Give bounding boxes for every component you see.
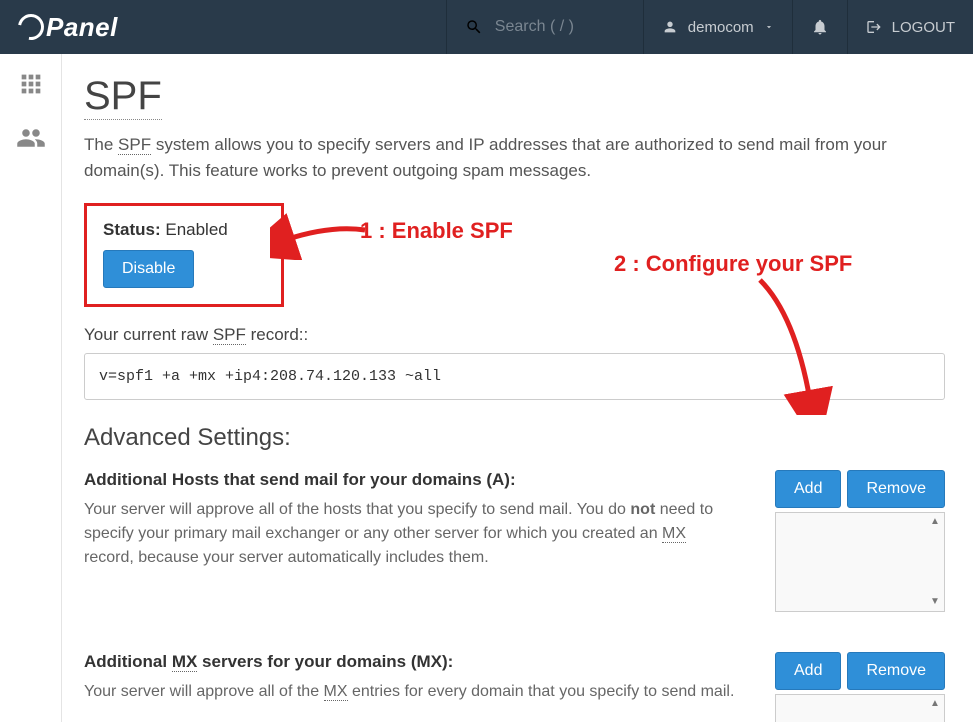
remove-host-button[interactable]: Remove: [847, 470, 945, 508]
mx-listbox[interactable]: ▲ ▼: [775, 694, 945, 722]
sidebar-item-apps[interactable]: [17, 70, 45, 103]
search-icon: [465, 18, 483, 36]
status-box: Status: Enabled Disable: [84, 203, 284, 307]
status-line: Status: Enabled: [103, 220, 265, 240]
disable-button[interactable]: Disable: [103, 250, 194, 288]
user-label: democom: [688, 19, 754, 36]
add-mx-button[interactable]: Add: [775, 652, 841, 690]
bell-icon: [811, 18, 829, 36]
logout-button[interactable]: LOGOUT: [848, 0, 973, 54]
section-additional-hosts: Additional Hosts that send mail for your…: [84, 470, 945, 612]
section-desc: Your server will approve all of the host…: [84, 498, 735, 570]
scroll-up-icon[interactable]: ▲: [928, 697, 942, 711]
users-icon: [16, 123, 46, 153]
user-icon: [662, 19, 678, 35]
top-navbar: Panel democom LOGOUT: [0, 0, 973, 54]
record-label: Your current raw SPF record::: [84, 325, 945, 345]
spf-record-value: v=spf1 +a +mx +ip4:208.74.120.133 ~all: [84, 353, 945, 400]
grid-icon: [17, 70, 45, 98]
caret-down-icon: [764, 22, 774, 32]
search-input[interactable]: [495, 18, 625, 36]
remove-mx-button[interactable]: Remove: [847, 652, 945, 690]
add-host-button[interactable]: Add: [775, 470, 841, 508]
cpanel-logo[interactable]: Panel: [0, 12, 136, 43]
logout-icon: [866, 19, 882, 35]
section-heading: Additional Hosts that send mail for your…: [84, 470, 735, 490]
notifications-button[interactable]: [793, 0, 847, 54]
intro-text: The SPF system allows you to specify ser…: [84, 132, 945, 183]
scroll-up-icon[interactable]: ▲: [928, 515, 942, 529]
logout-label: LOGOUT: [892, 19, 955, 36]
section-desc: Your server will approve all of the MX e…: [84, 680, 735, 704]
scroll-down-icon[interactable]: ▼: [928, 595, 942, 609]
main-content: SPF The SPF system allows you to specify…: [62, 54, 973, 722]
advanced-settings-title: Advanced Settings:: [84, 424, 945, 452]
spf-abbr: SPF: [118, 135, 151, 155]
section-additional-mx: Additional MX servers for your domains (…: [84, 652, 945, 722]
search-box[interactable]: [447, 0, 643, 54]
sidebar-item-users[interactable]: [16, 123, 46, 158]
left-sidebar: [0, 54, 62, 722]
cpanel-logo-icon: [13, 9, 49, 45]
hosts-listbox[interactable]: ▲ ▼: [775, 512, 945, 612]
user-menu[interactable]: democom: [644, 0, 792, 54]
section-heading: Additional MX servers for your domains (…: [84, 652, 735, 672]
cpanel-logo-text: Panel: [46, 12, 118, 43]
page-title: SPF: [84, 74, 162, 120]
